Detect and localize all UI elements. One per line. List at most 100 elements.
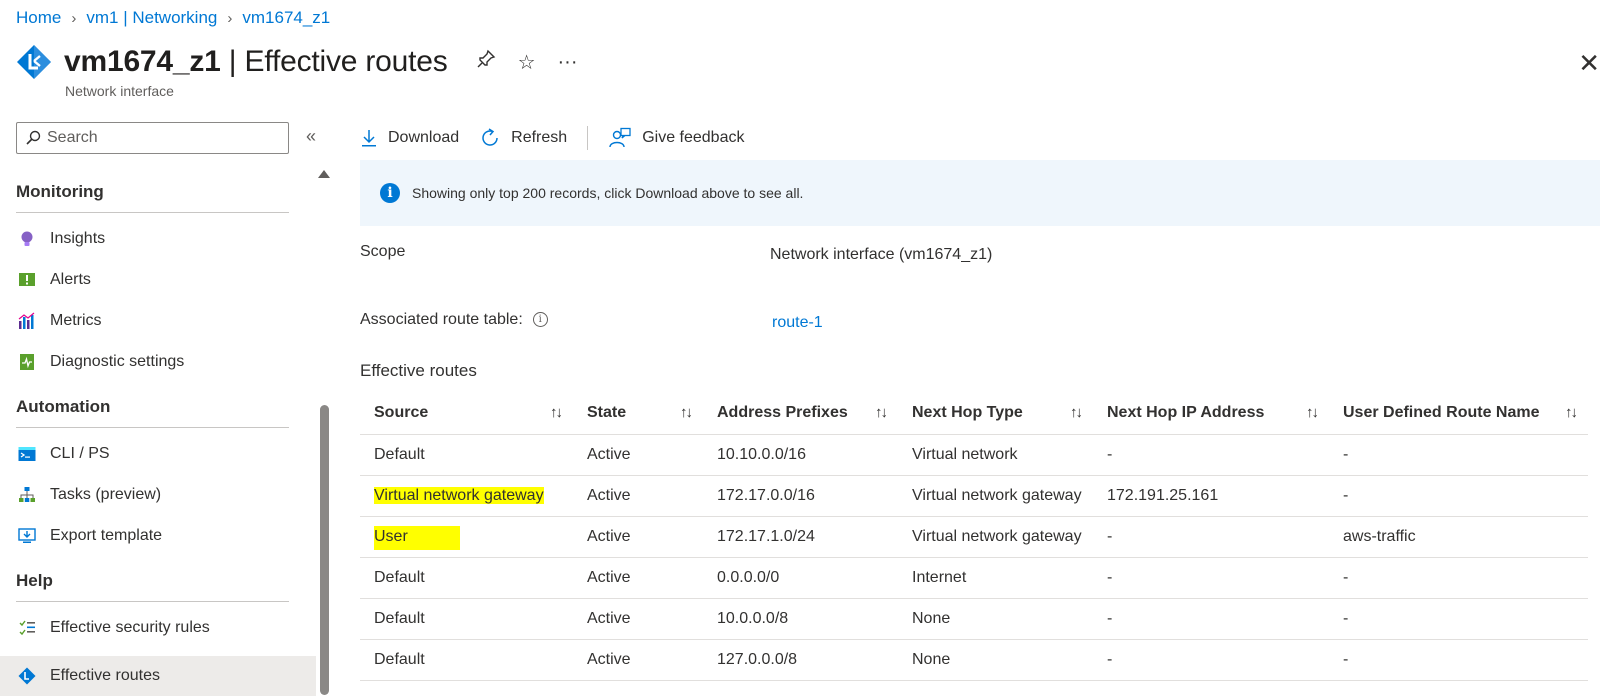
feedback-icon [609,127,631,148]
cell-address-prefix: 172.17.0.0/16 [703,475,898,517]
cell-address-prefix: 10.0.0.0/8 [703,598,898,640]
breadcrumb-vm1-networking[interactable]: vm1 | Networking [86,8,217,28]
table-header-row: Source ↑↓ State ↑↓ Address Prefixes ↑↓ Next… [360,392,1588,435]
close-icon[interactable]: ✕ [1578,48,1600,79]
export-icon [18,527,36,545]
info-icon: i [380,183,400,203]
cell-next-hop-type: None [898,598,1093,640]
security-rules-icon [18,619,36,637]
sidebar-item-alerts[interactable]: Alerts [0,260,316,300]
highlighted-source: Virtual network gateway [374,486,544,504]
column-header-address-prefixes[interactable]: Address Prefixes ↑↓ [703,392,898,435]
favorite-star-icon[interactable]: ☆ [518,50,536,75]
sidebar-item-export-template[interactable]: Export template [0,516,316,556]
routes-icon [18,667,36,685]
sidebar-item-label: CLI / PS [50,445,110,462]
info-tooltip-icon[interactable]: i [532,312,548,328]
sidebar-item-label: Alerts [50,271,91,288]
sidebar-item-cli-ps[interactable]: CLI / PS [0,434,316,474]
sort-icon[interactable]: ↑↓ [1070,404,1083,421]
download-button[interactable]: Download [360,128,459,148]
sort-icon[interactable]: ↑↓ [875,404,888,421]
more-options-icon[interactable]: ··· [558,51,578,74]
resource-name: vm1674_z1 [64,45,221,78]
cell-next-hop-ip: - [1093,598,1329,640]
cell-address-prefix: 172.17.1.0/24 [703,516,898,558]
column-header-udr-name[interactable]: User Defined Route Name ↑↓ [1329,392,1588,435]
sidebar-item-metrics[interactable]: Metrics [0,301,316,341]
toolbar-divider [587,126,589,150]
breadcrumb-home[interactable]: Home [16,8,61,28]
sidebar-item-label: Effective security rules [50,619,210,636]
cell-source: Default [360,434,573,476]
scope-value: Network interface (vm1674_z1) [770,246,993,263]
cell-next-hop-ip: - [1093,516,1329,558]
collapse-sidebar-icon[interactable]: « [306,126,316,147]
search-icon [26,130,41,145]
pin-icon[interactable] [476,49,496,75]
lightbulb-icon [18,230,36,248]
command-bar: Download Refresh Give feedback [360,122,764,154]
section-help: Help [16,571,53,590]
network-interface-icon [17,45,51,79]
cell-next-hop-ip: - [1093,557,1329,599]
cell-state: Active [573,475,703,517]
alerts-icon [18,271,36,289]
sidebar-search[interactable] [16,122,289,154]
download-label: Download [388,129,460,146]
column-header-source[interactable]: Source ↑↓ [360,392,573,435]
sidebar-item-effective-security-rules[interactable]: Effective security rules [0,608,316,648]
info-message: Showing only top 200 records, click Down… [412,185,804,201]
routes-section-heading: Effective routes [360,361,477,380]
section-monitoring: Monitoring [16,182,104,201]
sort-icon[interactable]: ↑↓ [680,404,693,421]
cell-state: Active [573,557,703,599]
scroll-up-arrow-icon[interactable] [318,170,330,178]
title-separator: | [220,45,245,78]
sidebar-item-tasks[interactable]: Tasks (preview) [0,475,316,515]
cell-address-prefix: 0.0.0.0/0 [703,557,898,599]
section-automation: Automation [16,397,111,416]
route-table-link[interactable]: route-1 [772,314,823,332]
sidebar-item-effective-routes[interactable]: Effective routes [0,656,316,696]
sidebar-item-diagnostic-settings[interactable]: Diagnostic settings [0,342,316,382]
sidebar-item-label: Effective routes [50,667,160,684]
cell-next-hop-ip: 172.191.25.161 [1093,475,1329,517]
sort-icon[interactable]: ↑↓ [550,404,563,421]
page-title: vm1674_z1 | Effective routes [64,45,448,79]
search-input[interactable] [47,129,277,147]
column-header-state[interactable]: State ↑↓ [573,392,703,435]
divider [16,212,289,213]
refresh-button[interactable]: Refresh [479,127,567,149]
give-feedback-button[interactable]: Give feedback [608,127,744,149]
title-actions: ☆ ··· [476,49,578,75]
cell-source: User [360,516,573,558]
table-row: Default Active 127.0.0.0/8 None - - [360,639,1588,681]
metrics-icon [18,312,36,330]
cell-udr-name: - [1329,639,1588,681]
breadcrumb-nic[interactable]: vm1674_z1 [242,8,330,28]
table-row: Default Active 0.0.0.0/0 Internet - - [360,557,1588,599]
sidebar-scrollbar[interactable] [320,405,329,695]
sidebar-item-insights[interactable]: Insights [0,219,316,259]
download-icon [362,130,376,147]
sort-icon[interactable]: ↑↓ [1565,404,1578,421]
sidebar-item-label: Insights [50,230,106,247]
column-header-next-hop-ip[interactable]: Next Hop IP Address ↑↓ [1093,392,1329,435]
table-row: User Active 172.17.1.0/24 Virtual networ… [360,516,1588,558]
feedback-label: Give feedback [642,129,745,146]
sidebar-item-label: Export template [50,527,163,544]
cell-address-prefix: 10.10.0.0/16 [703,434,898,476]
cell-next-hop-type: None [898,639,1093,681]
route-table-label: Associated route table: i [360,311,548,329]
breadcrumb: Home › vm1 | Networking › vm1674_z1 [16,8,330,28]
sort-icon[interactable]: ↑↓ [1306,404,1319,421]
column-header-next-hop-type[interactable]: Next Hop Type ↑↓ [898,392,1093,435]
cell-next-hop-ip: - [1093,639,1329,681]
table-row: Virtual network gateway Active 172.17.0.… [360,475,1588,517]
chevron-right-icon: › [227,9,233,27]
cell-state: Active [573,434,703,476]
cell-next-hop-type: Virtual network [898,434,1093,476]
effective-routes-table: Source ↑↓ State ↑↓ Address Prefixes ↑↓ Next… [360,392,1588,681]
cell-udr-name: - [1329,434,1588,476]
